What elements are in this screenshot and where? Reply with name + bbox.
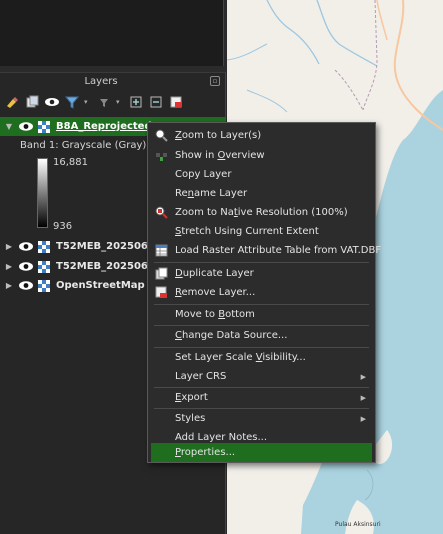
menu-item-change-data-source[interactable]: Change Data Source...	[151, 326, 372, 345]
panel-float-icon[interactable]: ▫	[210, 76, 220, 86]
raster-layer-icon	[37, 260, 51, 274]
expand-arrow-icon[interactable]: ▶	[3, 242, 15, 251]
map-place-label: Pulau Aksinsuri	[335, 521, 381, 528]
menu-item-export[interactable]: Export ▶	[151, 388, 372, 407]
menu-item-zoom-to-layer[interactable]: Zoom to Layer(s)	[151, 126, 372, 145]
expand-arrow-icon[interactable]: ▶	[3, 262, 15, 271]
duplicate-icon	[155, 267, 168, 280]
menu-item-stretch-current-extent[interactable]: Stretch Using Current Extent	[151, 222, 372, 241]
zoom-native-icon	[155, 206, 168, 219]
expand-arrow-icon[interactable]: ▶	[3, 281, 15, 290]
menu-item-copy-layer[interactable]: Copy Layer	[151, 165, 372, 184]
menu-item-show-in-overview[interactable]: Show in Overview	[151, 146, 372, 165]
visibility-eye-icon[interactable]	[18, 280, 34, 292]
menu-item-properties[interactable]: Properties...	[151, 443, 372, 462]
menu-item-rename-layer[interactable]: Rename Layer	[151, 184, 372, 203]
layer-context-menu: Zoom to Layer(s) Show in Overview Copy L…	[147, 122, 381, 463]
layer-name[interactable]: B8A_Reprojected	[56, 121, 152, 132]
menu-item-zoom-native-resolution[interactable]: Zoom to Native Resolution (100%)	[151, 203, 372, 222]
raster-layer-icon	[37, 240, 51, 254]
legend-min-value: 936	[53, 221, 73, 232]
filter-dropdown-arrow-icon[interactable]: ▾	[84, 94, 92, 110]
layers-panel-title: Layers	[84, 76, 118, 87]
menu-item-load-raster-attribute-table[interactable]: Load Raster Attribute Table from VAT.DBF	[151, 241, 381, 260]
collapse-arrow-icon[interactable]: ▼	[3, 122, 15, 131]
menu-item-duplicate-layer[interactable]: Duplicate Layer	[151, 264, 372, 283]
expand-all-icon[interactable]	[128, 94, 144, 110]
menu-item-set-scale-visibility[interactable]: Set Layer Scale Visibility...	[151, 348, 372, 367]
show-overview-icon	[155, 149, 168, 162]
layer-name[interactable]: OpenStreetMap	[56, 280, 145, 291]
submenu-arrow-icon: ▶	[360, 414, 366, 423]
visibility-eye-icon[interactable]	[18, 261, 34, 273]
menu-item-styles[interactable]: Styles ▶	[151, 409, 372, 428]
menu-separator	[154, 262, 369, 263]
visibility-eye-icon[interactable]	[18, 121, 34, 133]
filter-legend-icon[interactable]	[64, 94, 80, 110]
table-icon	[155, 244, 168, 257]
raster-layer-icon	[37, 120, 51, 134]
menu-item-layer-crs[interactable]: Layer CRS ▶	[151, 367, 372, 386]
menu-item-move-to-bottom[interactable]: Move to Bottom	[151, 305, 372, 324]
remove-icon	[155, 286, 168, 299]
menu-item-remove-layer[interactable]: Remove Layer...	[151, 283, 372, 302]
top-dock-panel	[0, 0, 224, 66]
legend-max-value: 16,881	[53, 157, 88, 168]
add-group-icon[interactable]	[24, 94, 40, 110]
legend-band-label: Band 1: Grayscale (Gray)	[20, 140, 147, 151]
remove-layer-icon[interactable]	[168, 94, 184, 110]
collapse-all-icon[interactable]	[148, 94, 164, 110]
visibility-eye-icon[interactable]	[18, 241, 34, 253]
expression-dropdown-arrow-icon[interactable]: ▾	[116, 94, 124, 110]
zoom-to-layer-icon	[155, 129, 168, 142]
submenu-arrow-icon: ▶	[360, 393, 366, 402]
open-layer-styling-icon[interactable]	[4, 94, 20, 110]
xyz-tile-layer-icon	[37, 279, 51, 293]
manage-visibility-icon[interactable]	[44, 94, 60, 110]
layers-toolbar: ▾ ▾	[4, 94, 184, 110]
submenu-arrow-icon: ▶	[360, 372, 366, 381]
grayscale-color-ramp	[37, 158, 48, 228]
qgis-window: Layers ▫ ▾ ▾ ▼ B8A_Reprojected Band 1: G…	[0, 0, 443, 534]
filter-by-expression-icon[interactable]	[96, 94, 112, 110]
